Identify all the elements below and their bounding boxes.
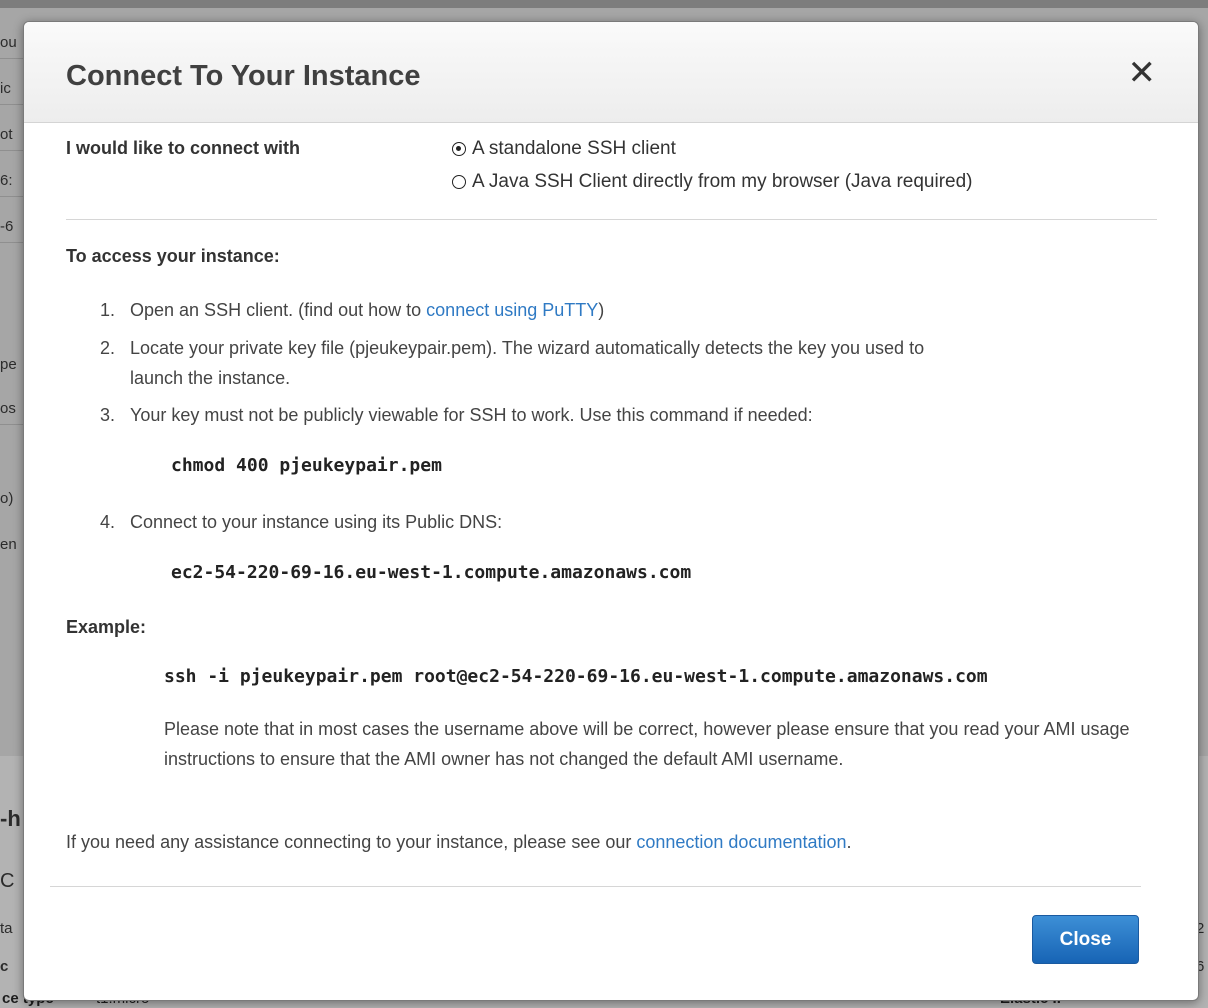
background-divider: [0, 242, 24, 243]
background-fragment: os: [0, 400, 16, 417]
radio-checked-icon[interactable]: [452, 142, 466, 156]
radio-java-ssh[interactable]: A Java SSH Client directly from my brows…: [452, 171, 973, 193]
background-fragment: ou: [0, 34, 17, 51]
step-number: 1.: [100, 300, 116, 320]
background-divider: [0, 424, 24, 425]
connect-dialog: Connect To Your Instance ✕ I would like …: [23, 21, 1199, 1001]
section-divider: [66, 219, 1157, 220]
connection-documentation-link[interactable]: connection documentation: [636, 832, 846, 852]
background-fragment: -h: [0, 806, 21, 831]
close-button[interactable]: Close: [1032, 915, 1139, 964]
step-number: 3.: [100, 405, 116, 425]
background-fragment: ic: [0, 80, 11, 97]
background-divider: [0, 196, 24, 197]
background-fragment: -6: [0, 218, 14, 235]
footer-divider: [50, 886, 1141, 887]
step-1: 1. Open an SSH client. (find out how to c…: [100, 295, 604, 325]
username-note: Please note that in most cases the usern…: [164, 719, 1130, 769]
step-text: Open an SSH client. (find out how to: [130, 300, 427, 320]
step-3: 3. Your key must not be publicly viewable…: [100, 400, 813, 430]
step-2: 2. Locate your private key file (pjeukeyp…: [100, 333, 924, 363]
chmod-command: chmod 400 pjeukeypair.pem: [171, 455, 442, 476]
background-fragment: C: [0, 870, 15, 892]
background-divider: [0, 58, 24, 59]
radio-standalone-ssh[interactable]: A standalone SSH client: [452, 138, 676, 160]
background-fragment: ot: [0, 126, 13, 143]
background-divider: [0, 150, 24, 151]
step-text-end: ): [598, 300, 605, 320]
step-2-continuation: launch the instance.: [130, 368, 291, 388]
background-fragment: pe: [0, 356, 17, 373]
step-number: 2.: [100, 338, 116, 358]
connect-with-label: I would like to connect with: [66, 138, 301, 158]
step-text: Locate your private key file (pjeukeypai…: [130, 338, 925, 358]
step-number: 4.: [100, 512, 116, 532]
background-fragment: o): [0, 490, 14, 507]
public-dns: ec2-54-220-69-16.eu-west-1.compute.amazo…: [171, 562, 692, 583]
assistance-text: If you need any assistance connecting to…: [66, 832, 852, 853]
dialog-header: Connect To Your Instance ✕: [24, 22, 1198, 123]
background-top-bar: [0, 0, 1208, 8]
background-divider: [0, 104, 24, 105]
putty-link[interactable]: connect using PuTTY: [426, 300, 598, 320]
dialog-title: Connect To Your Instance: [66, 60, 421, 92]
step-text: Connect to your instance using its Publi…: [130, 512, 503, 532]
assistance-text-start: If you need any assistance connecting to…: [66, 832, 637, 852]
background-fragment: c: [0, 958, 9, 975]
step-4: 4. Connect to your instance using its Pub…: [100, 507, 502, 537]
close-icon[interactable]: ✕: [1128, 56, 1157, 90]
example-ssh-command: ssh -i pjeukeypair.pem root@ec2-54-220-6…: [164, 666, 988, 687]
radio-unchecked-icon[interactable]: [452, 175, 466, 189]
background-fragment: ta: [0, 920, 13, 937]
background-fragment: en: [0, 536, 17, 553]
radio-label: A Java SSH Client directly from my brows…: [472, 171, 973, 192]
assistance-text-end: .: [846, 832, 852, 852]
step-text: Your key must not be publicly viewable f…: [130, 405, 813, 425]
background-fragment: 6:: [0, 172, 13, 189]
example-heading: Example:: [66, 617, 147, 637]
radio-label: A standalone SSH client: [472, 138, 676, 159]
access-heading: To access your instance:: [66, 246, 280, 266]
